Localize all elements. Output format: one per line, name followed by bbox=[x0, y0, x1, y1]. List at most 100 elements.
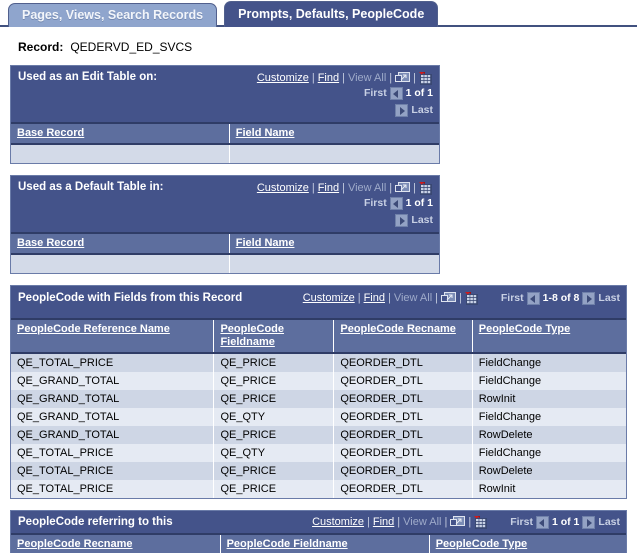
cell-fieldname: QE_QTY bbox=[213, 444, 335, 462]
next-arrow-icon[interactable] bbox=[582, 516, 596, 529]
cell-fieldname: QE_PRICE bbox=[213, 353, 335, 372]
first-label[interactable]: First bbox=[364, 87, 387, 99]
separator: | bbox=[387, 292, 391, 304]
view-all-link[interactable]: View All bbox=[348, 71, 386, 86]
find-link[interactable]: Find bbox=[373, 515, 394, 530]
row-navigation: First 1 of 1 Last bbox=[364, 86, 433, 118]
table-row[interactable] bbox=[11, 254, 439, 273]
cell-reference-name: QE_TOTAL_PRICE bbox=[11, 353, 215, 372]
row-navigation: First 1 of 1 Last bbox=[364, 196, 433, 228]
view-all-link[interactable]: View All bbox=[403, 515, 441, 530]
panel-header: Used as an Edit Table on: Customize | Fi… bbox=[11, 66, 439, 122]
first-label[interactable]: First bbox=[501, 291, 524, 306]
separator: | bbox=[389, 72, 393, 84]
panel-peoplecode-with-fields: PeopleCode with Fields from this Record … bbox=[10, 285, 627, 499]
peoplecode-with-fields-body: QE_TOTAL_PRICE QE_PRICE QEORDER_DTL Fiel… bbox=[11, 353, 626, 498]
expand-window-icon[interactable] bbox=[395, 182, 411, 195]
next-arrow-icon[interactable] bbox=[582, 292, 596, 305]
last-label[interactable]: Last bbox=[411, 214, 433, 226]
column-header-peoplecode-fieldname[interactable]: PeopleCode Fieldname bbox=[213, 318, 335, 354]
view-all-link[interactable]: View All bbox=[348, 181, 386, 196]
cell-fieldname: QE_PRICE bbox=[213, 462, 335, 480]
separator: | bbox=[311, 72, 315, 84]
cell-field-name bbox=[229, 254, 439, 273]
separator: | bbox=[468, 516, 472, 528]
column-header-peoplecode-type[interactable]: PeopleCode Type bbox=[429, 533, 626, 553]
find-link[interactable]: Find bbox=[364, 291, 385, 306]
table-row[interactable]: QE_GRAND_TOTAL QE_PRICE QEORDER_DTL Fiel… bbox=[11, 372, 626, 390]
view-all-link[interactable]: View All bbox=[394, 291, 432, 306]
next-arrow-icon[interactable] bbox=[395, 213, 409, 227]
download-to-spreadsheet-icon[interactable] bbox=[474, 515, 488, 530]
tab-pages-views-search-records[interactable]: Pages, Views, Search Records bbox=[8, 3, 218, 27]
download-to-spreadsheet-icon[interactable] bbox=[419, 181, 433, 196]
table-row[interactable]: QE_GRAND_TOTAL QE_PRICE QEORDER_DTL RowD… bbox=[11, 426, 626, 444]
cell-recname: QEORDER_DTL bbox=[333, 462, 473, 480]
table-row[interactable]: QE_TOTAL_PRICE QE_PRICE QEORDER_DTL RowI… bbox=[11, 480, 626, 498]
download-to-spreadsheet-icon[interactable] bbox=[419, 71, 433, 86]
panel-actions: Customize | Find | View All | | bbox=[312, 514, 620, 530]
separator: | bbox=[413, 182, 416, 194]
table-row[interactable]: QE_GRAND_TOTAL QE_QTY QEORDER_DTL FieldC… bbox=[11, 408, 626, 426]
customize-link[interactable]: Customize bbox=[257, 181, 309, 196]
previous-arrow-icon[interactable] bbox=[389, 196, 403, 210]
table-row[interactable] bbox=[11, 144, 439, 163]
cell-reference-name: QE_TOTAL_PRICE bbox=[11, 480, 215, 498]
cell-type: RowInit bbox=[472, 480, 626, 498]
column-header-peoplecode-recname[interactable]: PeopleCode Recname bbox=[11, 533, 221, 553]
column-header-base-record[interactable]: Base Record bbox=[11, 232, 230, 255]
panel-title: PeopleCode with Fields from this Record bbox=[18, 292, 243, 304]
last-label[interactable]: Last bbox=[598, 515, 620, 530]
previous-arrow-icon[interactable] bbox=[535, 516, 549, 529]
next-arrow-icon[interactable] bbox=[395, 103, 409, 117]
record-value: QEDERVD_ED_SVCS bbox=[70, 40, 193, 54]
column-header-peoplecode-type[interactable]: PeopleCode Type bbox=[472, 318, 626, 354]
record-line: Record: QEDERVD_ED_SVCS bbox=[18, 40, 637, 54]
cell-type: RowDelete bbox=[472, 462, 626, 480]
last-label[interactable]: Last bbox=[411, 104, 433, 116]
download-to-spreadsheet-icon[interactable] bbox=[464, 291, 479, 306]
panel-title: PeopleCode referring to this bbox=[18, 516, 173, 528]
expand-window-icon[interactable] bbox=[450, 516, 466, 529]
cell-recname: QEORDER_DTL bbox=[333, 353, 473, 372]
cell-type: RowDelete bbox=[472, 426, 626, 444]
edit-table-grid: Base Record Field Name bbox=[11, 122, 439, 163]
tab-prompts-defaults-peoplecode[interactable]: Prompts, Defaults, PeopleCode bbox=[224, 1, 439, 27]
last-label[interactable]: Last bbox=[598, 291, 620, 306]
cell-reference-name: QE_GRAND_TOTAL bbox=[11, 372, 215, 390]
find-link[interactable]: Find bbox=[318, 181, 339, 196]
expand-window-icon[interactable] bbox=[395, 72, 411, 85]
customize-link[interactable]: Customize bbox=[312, 515, 364, 530]
previous-arrow-icon[interactable] bbox=[526, 292, 540, 305]
table-row[interactable]: QE_TOTAL_PRICE QE_QTY QEORDER_DTL FieldC… bbox=[11, 444, 626, 462]
customize-link[interactable]: Customize bbox=[303, 291, 355, 306]
column-header-peoplecode-reference-name[interactable]: PeopleCode Reference Name bbox=[11, 318, 215, 354]
separator: | bbox=[413, 72, 416, 84]
cell-recname: QEORDER_DTL bbox=[333, 480, 473, 498]
cell-reference-name: QE_GRAND_TOTAL bbox=[11, 408, 215, 426]
panel-header: PeopleCode referring to this Customize |… bbox=[11, 511, 626, 533]
cell-fieldname: QE_QTY bbox=[213, 408, 335, 426]
first-label[interactable]: First bbox=[510, 515, 533, 530]
cell-fieldname: QE_PRICE bbox=[213, 426, 335, 444]
previous-arrow-icon[interactable] bbox=[389, 86, 403, 100]
table-row[interactable]: QE_GRAND_TOTAL QE_PRICE QEORDER_DTL RowI… bbox=[11, 390, 626, 408]
table-row[interactable]: QE_TOTAL_PRICE QE_PRICE QEORDER_DTL Fiel… bbox=[11, 353, 626, 372]
find-link[interactable]: Find bbox=[318, 71, 339, 86]
column-header-field-name[interactable]: Field Name bbox=[229, 122, 439, 145]
cell-recname: QEORDER_DTL bbox=[333, 444, 473, 462]
expand-window-icon[interactable] bbox=[441, 292, 457, 305]
column-header-field-name[interactable]: Field Name bbox=[229, 232, 439, 255]
panel-actions: Customize | Find | View All | | bbox=[257, 70, 433, 86]
cell-fieldname: QE_PRICE bbox=[213, 390, 335, 408]
column-header-peoplecode-fieldname[interactable]: PeopleCode Fieldname bbox=[220, 533, 430, 553]
cell-base-record bbox=[11, 254, 230, 273]
table-header-row: PeopleCode Recname PeopleCode Fieldname … bbox=[11, 533, 626, 553]
panel-actions: Customize | Find | View All | | bbox=[303, 290, 620, 306]
table-row[interactable]: QE_TOTAL_PRICE QE_PRICE QEORDER_DTL RowD… bbox=[11, 462, 626, 480]
column-header-peoplecode-recname[interactable]: PeopleCode Recname bbox=[333, 318, 473, 354]
column-header-base-record[interactable]: Base Record bbox=[11, 122, 230, 145]
customize-link[interactable]: Customize bbox=[257, 71, 309, 86]
first-label[interactable]: First bbox=[364, 197, 387, 209]
cell-reference-name: QE_TOTAL_PRICE bbox=[11, 462, 215, 480]
